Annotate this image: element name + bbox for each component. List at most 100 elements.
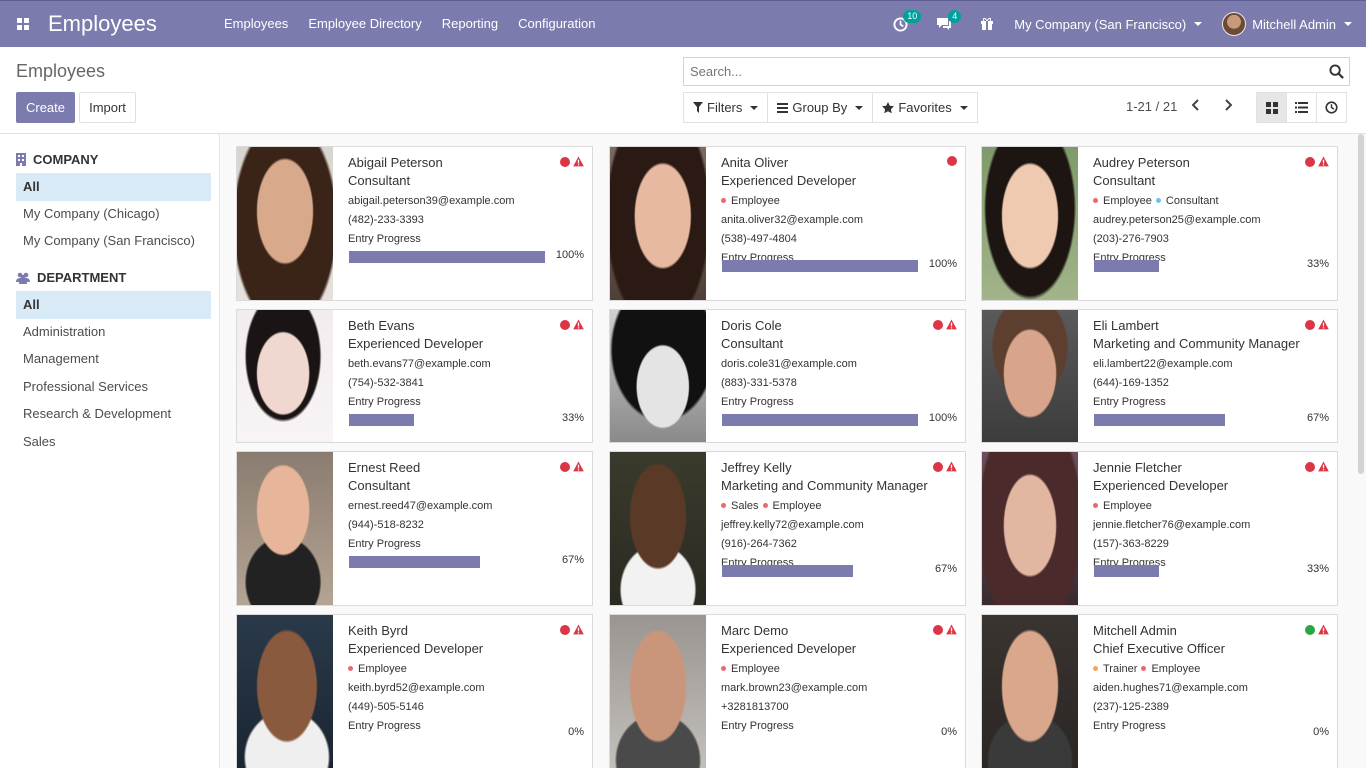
chevron-right-icon[interactable] [1215,99,1241,114]
kanban-view-icon[interactable] [1256,92,1287,123]
import-button[interactable]: Import [79,92,136,123]
menu-configuration[interactable]: Configuration [508,1,605,47]
employee-card[interactable]: Mitchell Admin Chief Executive Officer Tra… [981,614,1338,768]
employee-photo[interactable] [237,147,333,300]
employee-job-title: Consultant [348,478,411,493]
employee-email: aiden.hughes71@example.com [1093,681,1248,694]
employee-details: Jeffrey Kelly Marketing and Community Man… [706,452,965,605]
employee-photo[interactable] [982,615,1078,768]
create-button[interactable]: Create [16,92,75,123]
employee-card[interactable]: Beth Evans Experienced Developer beth.evan… [236,309,593,443]
star-icon [882,101,895,113]
search-icon[interactable] [1323,58,1349,85]
employee-name: Jennie Fletcher [1093,460,1182,475]
chevron-left-icon[interactable] [1183,99,1209,114]
progress-percent: 100% [928,258,957,270]
employee-photo[interactable] [237,615,333,768]
favorites-button[interactable]: Favorites [872,92,978,123]
employee-photo[interactable] [982,452,1078,605]
employee-details: Audrey Peterson Consultant Employee Consult… [1078,147,1337,300]
pager-value[interactable]: 1-21 / 21 [1126,99,1177,114]
department-filter-administration[interactable]: Administration [16,318,211,346]
employee-phone: (754)-532-3841 [348,377,424,389]
category-tag: Employee [721,659,780,679]
gift-button[interactable] [970,1,1004,47]
employee-card[interactable]: Jeffrey Kelly Marketing and Community Man… [609,451,966,606]
employee-photo[interactable] [610,615,706,768]
employee-photo[interactable] [982,310,1078,442]
employee-name: Ernest Reed [348,460,421,475]
message-count-badge: 4 [948,10,962,23]
filters-button[interactable]: Filters [683,92,769,123]
status-indicators [560,461,584,472]
tag-list: Trainer Employee [1093,658,1329,679]
user-menu[interactable]: Mitchell Admin [1212,1,1366,47]
menu-employee-directory[interactable]: Employee Directory [298,1,431,47]
employee-email: eli.lambert22@example.com [1093,358,1233,370]
tag-color-dot [1155,198,1161,203]
employee-card[interactable]: Audrey Peterson Consultant Employee Consult… [981,146,1338,301]
warning-icon [573,461,584,472]
employee-photo[interactable] [982,147,1078,300]
employee-name: Mitchell Admin [1093,623,1177,638]
groupby-label: Group By [792,100,848,115]
groupby-button[interactable]: Group By [767,92,874,123]
user-avatar [1222,12,1247,36]
progress-fill [349,251,545,263]
employee-photo[interactable] [237,452,333,605]
tag-color-dot [721,666,726,671]
department-filter-all[interactable]: All [16,291,211,319]
employee-card[interactable]: Keith Byrd Experienced Developer Employee k… [236,614,593,768]
employee-photo[interactable] [237,310,333,442]
gift-icon [981,17,994,30]
employee-details: Jennie Fletcher Experienced Developer Empl… [1078,452,1337,605]
employee-card[interactable]: Doris Cole Consultant doris.cole31@example… [609,309,966,443]
employee-email: keith.byrd52@example.com [348,681,485,694]
department-filter-management[interactable]: Management [16,345,211,373]
employee-photo[interactable] [610,452,706,605]
company-filter-chicago[interactable]: My Company (Chicago) [16,200,211,228]
progress-fill [349,414,414,426]
menu-reporting[interactable]: Reporting [432,1,508,47]
status-indicators [1305,461,1329,472]
company-switcher[interactable]: My Company (San Francisco) [1004,1,1212,47]
apps-menu-icon[interactable] [0,1,46,47]
warning-icon [946,624,957,635]
employee-photo[interactable] [610,147,706,300]
company-filter-san-francisco[interactable]: My Company (San Francisco) [16,227,211,255]
category-tag: Trainer [1093,659,1137,679]
app-title[interactable]: Employees [48,11,214,37]
tag-color-dot [762,503,768,508]
department-filter-sales[interactable]: Sales [16,428,211,456]
employee-job-title: Experienced Developer [721,641,857,656]
messaging-button[interactable]: 4 [926,1,970,47]
employee-card[interactable]: Ernest Reed Consultant ernest.reed47@examp… [236,451,593,606]
employee-card[interactable]: Anita Oliver Experienced Developer Employe… [609,146,966,301]
scrollbar[interactable] [1358,134,1364,474]
menu-employees[interactable]: Employees [214,1,298,47]
employee-card[interactable]: Eli Lambert Marketing and Community Manag… [981,309,1338,443]
activity-count-badge: 10 [903,10,922,23]
department-filter-professional-services[interactable]: Professional Services [16,373,211,401]
employee-job-title: Experienced Developer [348,336,484,351]
employee-name: Abigail Peterson [348,155,443,170]
status-indicators [947,156,957,166]
department-filter-research-development[interactable]: Research & Development [16,400,211,428]
company-filter-all[interactable]: All [16,173,211,201]
warning-icon [1318,461,1329,472]
warning-icon [946,319,957,330]
presence-status-dot [1305,156,1315,167]
progress-percent: 67% [561,554,584,566]
employee-card[interactable]: Abigail Peterson Consultant abigail.peters… [236,146,593,301]
employee-phone: (883)-331-5378 [721,377,797,389]
employee-card[interactable]: Jennie Fletcher Experienced Developer Empl… [981,451,1338,606]
employee-card[interactable]: Marc Demo Experienced Developer Employee ma… [609,614,966,768]
tag-color-dot [1141,666,1147,671]
activity-view-icon[interactable] [1316,92,1347,123]
search-input[interactable] [684,64,1323,79]
activity-button[interactable]: 10 [883,1,926,47]
employee-photo[interactable] [610,310,706,442]
employee-phone: (482)-233-3393 [348,214,424,226]
tag-list: Employee Consultant [1093,190,1329,211]
list-view-icon[interactable] [1286,92,1317,123]
